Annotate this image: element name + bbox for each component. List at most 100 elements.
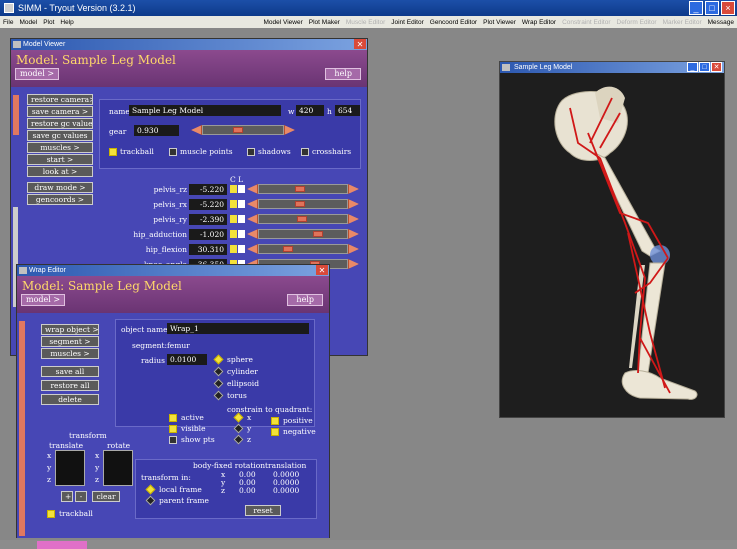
wrap-button-1[interactable]: segment > — [41, 336, 99, 347]
scrollbar[interactable] — [19, 321, 25, 536]
toggle-crosshairs-checkbox[interactable] — [301, 148, 309, 156]
mv-button-7[interactable]: draw mode > — [27, 182, 93, 193]
menu-help[interactable]: Help — [60, 19, 73, 26]
tool-joint-editor[interactable]: Joint Editor — [391, 19, 424, 26]
axis-z-radio[interactable] — [233, 434, 244, 445]
lock-icon[interactable] — [238, 230, 245, 238]
clamp-icon[interactable] — [230, 245, 237, 253]
toggle-shadows-checkbox[interactable] — [247, 148, 255, 156]
mv-button-4[interactable]: muscles > — [27, 142, 93, 153]
sign-negative-checkbox[interactable] — [271, 428, 279, 436]
rotate-grid[interactable] — [103, 450, 133, 486]
translate-grid[interactable] — [55, 450, 85, 486]
leg-model-viewport[interactable] — [500, 73, 724, 417]
decrease-arrow-icon[interactable] — [247, 244, 258, 254]
minus-button[interactable]: - — [75, 491, 87, 502]
lock-icon[interactable] — [238, 200, 245, 208]
help-button[interactable]: help — [287, 294, 323, 306]
menu-file[interactable]: File — [3, 19, 13, 26]
model-viewer-title-bar[interactable]: Model Viewer ✕ — [11, 39, 367, 50]
menu-model[interactable]: Model — [19, 19, 37, 26]
wrap-button-4[interactable]: restore all — [41, 380, 99, 391]
tool-model-viewer[interactable]: Model Viewer — [264, 19, 303, 26]
menu-plot[interactable]: Plot — [43, 19, 54, 26]
decrease-arrow-icon[interactable] — [247, 184, 258, 194]
gencoord-slider-knob[interactable] — [295, 201, 305, 207]
clear-button[interactable]: clear — [92, 491, 120, 502]
object-name-input[interactable]: Wrap_1 — [167, 323, 309, 334]
flag-visible-checkbox[interactable] — [169, 425, 177, 433]
minimize-icon[interactable]: _ — [689, 1, 703, 15]
mv-button-6[interactable]: look at > — [27, 166, 93, 177]
mv-button-3[interactable]: save gc values — [27, 130, 93, 141]
gencoord-slider[interactable] — [258, 229, 348, 239]
scrollbar[interactable] — [13, 95, 19, 135]
increase-arrow-icon[interactable] — [348, 229, 359, 239]
gencoord-value-input[interactable]: -2.390 — [189, 214, 227, 225]
plus-button[interactable]: + — [61, 491, 73, 502]
wrap-button-2[interactable]: muscles > — [41, 348, 99, 359]
increase-arrow-icon[interactable] — [348, 184, 359, 194]
sample-window-title-bar[interactable]: Sample Leg Model _ □ ✕ — [500, 62, 724, 73]
close-icon[interactable]: ✕ — [354, 39, 366, 49]
gencoord-slider-knob[interactable] — [297, 216, 308, 222]
model-button[interactable]: model > — [21, 294, 66, 306]
model-button[interactable]: model > — [15, 68, 60, 80]
close-icon[interactable]: × — [721, 1, 735, 15]
lock-icon[interactable] — [238, 215, 245, 223]
gencoord-slider-knob[interactable] — [295, 186, 305, 192]
maximize-icon[interactable]: □ — [699, 62, 710, 72]
gencoord-slider-knob[interactable] — [313, 231, 324, 237]
decrease-arrow-icon[interactable] — [247, 229, 258, 239]
gear-slider-knob[interactable] — [233, 127, 244, 133]
scrollbar[interactable] — [37, 541, 87, 549]
close-icon[interactable]: ✕ — [316, 265, 328, 275]
minimize-icon[interactable]: _ — [687, 62, 698, 72]
increase-arrow-icon[interactable] — [348, 244, 359, 254]
decrease-arrow-icon[interactable] — [247, 214, 258, 224]
gear-slider[interactable] — [202, 125, 284, 135]
wrap-editor-title-bar[interactable]: Wrap Editor ✕ — [17, 265, 329, 276]
flag-show-pts-checkbox[interactable] — [169, 436, 177, 444]
model-name-input[interactable]: Sample Leg Model — [129, 105, 281, 116]
flag-active-checkbox[interactable] — [169, 414, 177, 422]
tool-gencoord-editor[interactable]: Gencoord Editor — [430, 19, 477, 26]
wrap-button-0[interactable]: wrap object > — [41, 324, 99, 335]
increase-arrow-icon[interactable] — [348, 214, 359, 224]
gear-input[interactable]: 0.930 — [134, 125, 179, 136]
lock-icon[interactable] — [238, 245, 245, 253]
wrap-button-5[interactable]: delete — [41, 394, 99, 405]
width-input[interactable]: 420 — [296, 105, 324, 116]
clamp-icon[interactable] — [230, 230, 237, 238]
clamp-icon[interactable] — [230, 200, 237, 208]
tool-message[interactable]: Message — [708, 19, 734, 26]
gencoord-value-input[interactable]: 30.310 — [189, 244, 227, 255]
mv-button-1[interactable]: save camera > — [27, 106, 93, 117]
maximize-icon[interactable]: □ — [705, 1, 719, 15]
height-input[interactable]: 654 — [335, 105, 360, 116]
sign-positive-checkbox[interactable] — [271, 417, 279, 425]
gencoord-slider[interactable] — [258, 214, 348, 224]
increase-arrow-icon[interactable] — [348, 259, 359, 269]
mv-button-0[interactable]: restore camera> — [27, 94, 93, 105]
tool-wrap-editor[interactable]: Wrap Editor — [522, 19, 556, 26]
toggle-muscle-points-checkbox[interactable] — [169, 148, 177, 156]
gencoord-value-input[interactable]: -1.020 — [189, 229, 227, 240]
gencoord-value-input[interactable]: -5.220 — [189, 199, 227, 210]
gencoord-slider-knob[interactable] — [283, 246, 293, 252]
clamp-icon[interactable] — [230, 215, 237, 223]
increase-arrow-icon[interactable] — [348, 199, 359, 209]
close-icon[interactable]: ✕ — [711, 62, 722, 72]
gencoord-value-input[interactable]: -5.220 — [189, 184, 227, 195]
wrap-button-3[interactable]: save all — [41, 366, 99, 377]
gencoord-slider[interactable] — [258, 244, 348, 254]
gencoord-slider[interactable] — [258, 199, 348, 209]
tool-plot-maker[interactable]: Plot Maker — [309, 19, 340, 26]
mv-button-5[interactable]: start > — [27, 154, 93, 165]
reset-button[interactable]: reset — [245, 505, 281, 516]
help-button[interactable]: help — [325, 68, 361, 80]
tool-plot-viewer[interactable]: Plot Viewer — [483, 19, 516, 26]
decrease-arrow-icon[interactable] — [247, 199, 258, 209]
lock-icon[interactable] — [238, 185, 245, 193]
radius-input[interactable]: 0.0100 — [167, 354, 207, 365]
